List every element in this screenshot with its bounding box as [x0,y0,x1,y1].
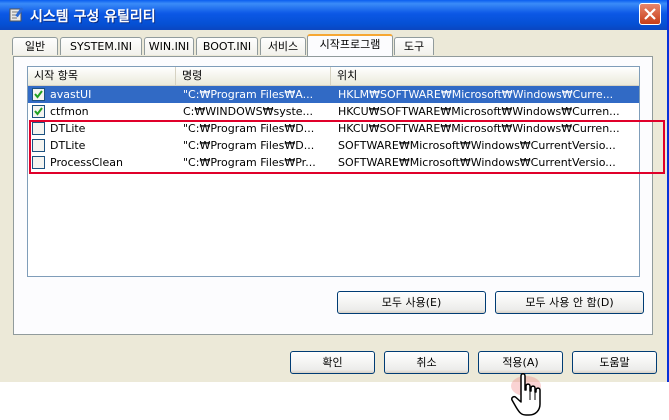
startup-item-command: "C:₩Program Files₩D... [183,139,315,152]
hand-cursor-icon [511,373,541,416]
list-item[interactable]: DTLite "C:₩Program Files₩D... HKCU₩SOFTW… [28,120,639,137]
checkmark-icon [34,90,43,99]
startup-item-location: HKCU₩SOFTWARE₩Microsoft₩Windows₩Curren..… [338,122,620,135]
column-header-command[interactable]: 명령 [176,67,331,85]
tab-boot-ini[interactable]: BOOT.INI [196,37,258,55]
startup-item-location: HKLM₩SOFTWARE₩Microsoft₩Windows₩Curre... [338,88,614,101]
startup-checkbox[interactable] [32,88,45,101]
startup-item-name: ctfmon [50,105,89,118]
startup-checkbox[interactable] [32,139,45,152]
startup-item-command: "C:₩Program Files₩D... [183,122,315,135]
system-config-icon [9,7,24,22]
startup-item-location: HKCU₩SOFTWARE₩Microsoft₩Windows₩Curren..… [338,105,620,118]
tab-general[interactable]: 일반 [12,37,58,55]
column-header-startup-item[interactable]: 시작 항목 [28,67,176,85]
list-item[interactable]: ProcessClean "C:₩Program Files₩Pr... SOF… [28,154,639,171]
help-button[interactable]: 도움말 [572,351,657,374]
tab-startup[interactable]: 시작프로그램 [307,34,393,56]
close-icon [644,8,656,20]
checkmark-icon [34,107,43,116]
window-title: 시스템 구성 유틸리티 [30,9,156,25]
startup-checkbox[interactable] [32,105,45,118]
startup-item-command: C:₩WINDOWS₩syste... [183,105,314,118]
startup-item-name: DTLite [50,139,86,152]
startup-item-location: SOFTWARE₩Microsoft₩Windows₩CurrentVersio… [338,156,616,169]
cancel-button[interactable]: 취소 [384,351,469,374]
ok-button[interactable]: 확인 [290,351,375,374]
enable-all-button[interactable]: 모두 사용(E) [337,291,486,314]
startup-item-name: avastUI [50,88,92,101]
startup-checkbox[interactable] [32,156,45,169]
startup-item-location: SOFTWARE₩Microsoft₩Windows₩CurrentVersio… [338,139,616,152]
startup-item-name: DTLite [50,122,86,135]
tab-win-ini[interactable]: WIN.INI [144,37,194,55]
title-bar[interactable]: 시스템 구성 유틸리티 [0,0,667,30]
startup-checkbox[interactable] [32,122,45,135]
list-item[interactable]: DTLite "C:₩Program Files₩D... SOFTWARE₩M… [28,137,639,154]
startup-item-command: "C:₩Program Files₩Pr... [183,156,316,169]
list-item[interactable]: ctfmon C:₩WINDOWS₩syste... HKCU₩SOFTWARE… [28,103,639,120]
tab-system-ini[interactable]: SYSTEM.INI [60,37,142,55]
column-header-location[interactable]: 위치 [331,67,639,85]
list-item[interactable]: avastUI "C:₩Program Files₩A... HKLM₩SOFT… [28,86,639,103]
system-config-window: 시스템 구성 유틸리티 일반 SYSTEM.INI WIN.INI BOOT.I… [0,0,669,382]
startup-item-name: ProcessClean [50,156,123,169]
tab-services[interactable]: 서비스 [260,37,306,55]
startup-item-command: "C:₩Program Files₩A... [183,88,314,101]
disable-all-button[interactable]: 모두 사용 안 함(D) [495,291,644,314]
list-header: 시작 항목 명령 위치 [28,67,639,86]
tab-tools[interactable]: 도구 [394,37,434,55]
close-button[interactable] [639,3,661,25]
startup-list[interactable]: 시작 항목 명령 위치 avastUI "C:₩Program Files₩A.… [27,66,640,277]
